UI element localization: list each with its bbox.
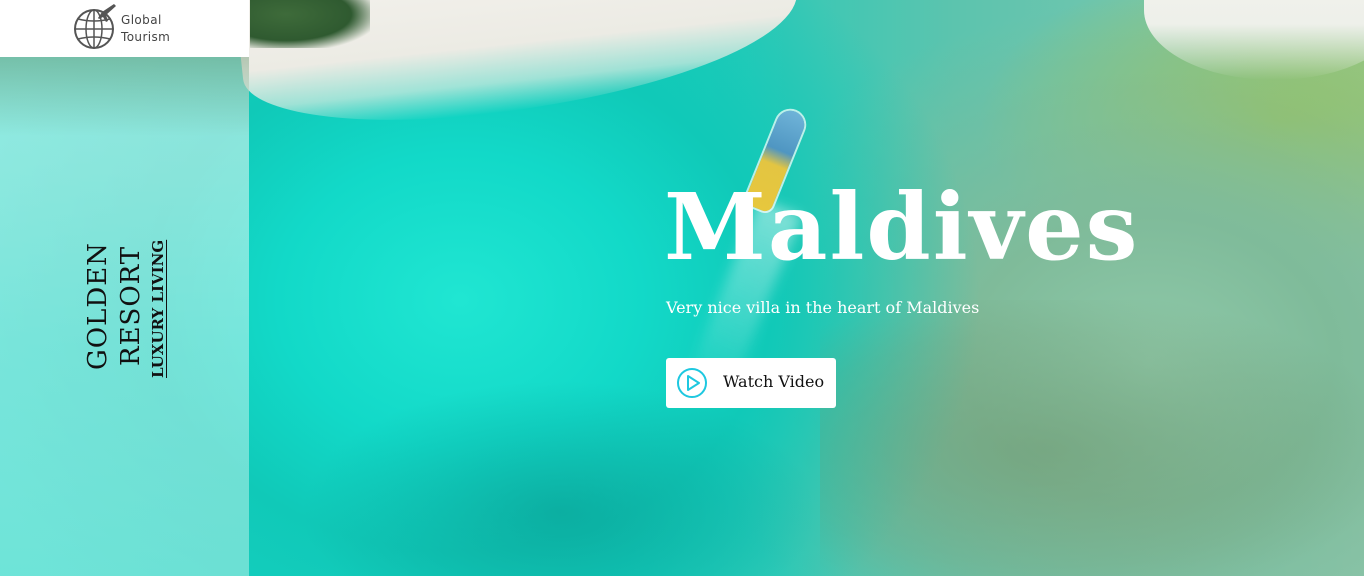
globe-airplane-icon <box>74 4 116 49</box>
side-panel: Global Tourism GOLDEN RESORT LUXURY LIVI… <box>0 0 249 576</box>
beach-background-right <box>1144 0 1364 80</box>
brand-name: Global Tourism <box>121 12 170 46</box>
deep-water-background <box>300 380 820 576</box>
hero-title: Maldives <box>664 173 1140 281</box>
hero-section: Global Tourism GOLDEN RESORT LUXURY LIVI… <box>0 0 1364 576</box>
sidebar-title-golden: GOLDEN <box>83 242 113 370</box>
brand-line-2: Tourism <box>121 30 171 44</box>
watch-video-button[interactable]: Watch Video <box>666 358 836 408</box>
brand-line-1: Global <box>121 13 162 27</box>
watch-video-label: Watch Video <box>723 372 825 391</box>
sidebar-title-resort: RESORT <box>116 245 146 366</box>
reef-background <box>820 300 1364 576</box>
hero-subtitle: Very nice villa in the heart of Maldives <box>666 298 980 317</box>
logo[interactable]: Global Tourism <box>0 0 249 57</box>
sidebar-tagline: LUXURY LIVING <box>149 239 167 378</box>
play-circle-icon <box>677 368 707 398</box>
rocks-background <box>250 0 370 48</box>
